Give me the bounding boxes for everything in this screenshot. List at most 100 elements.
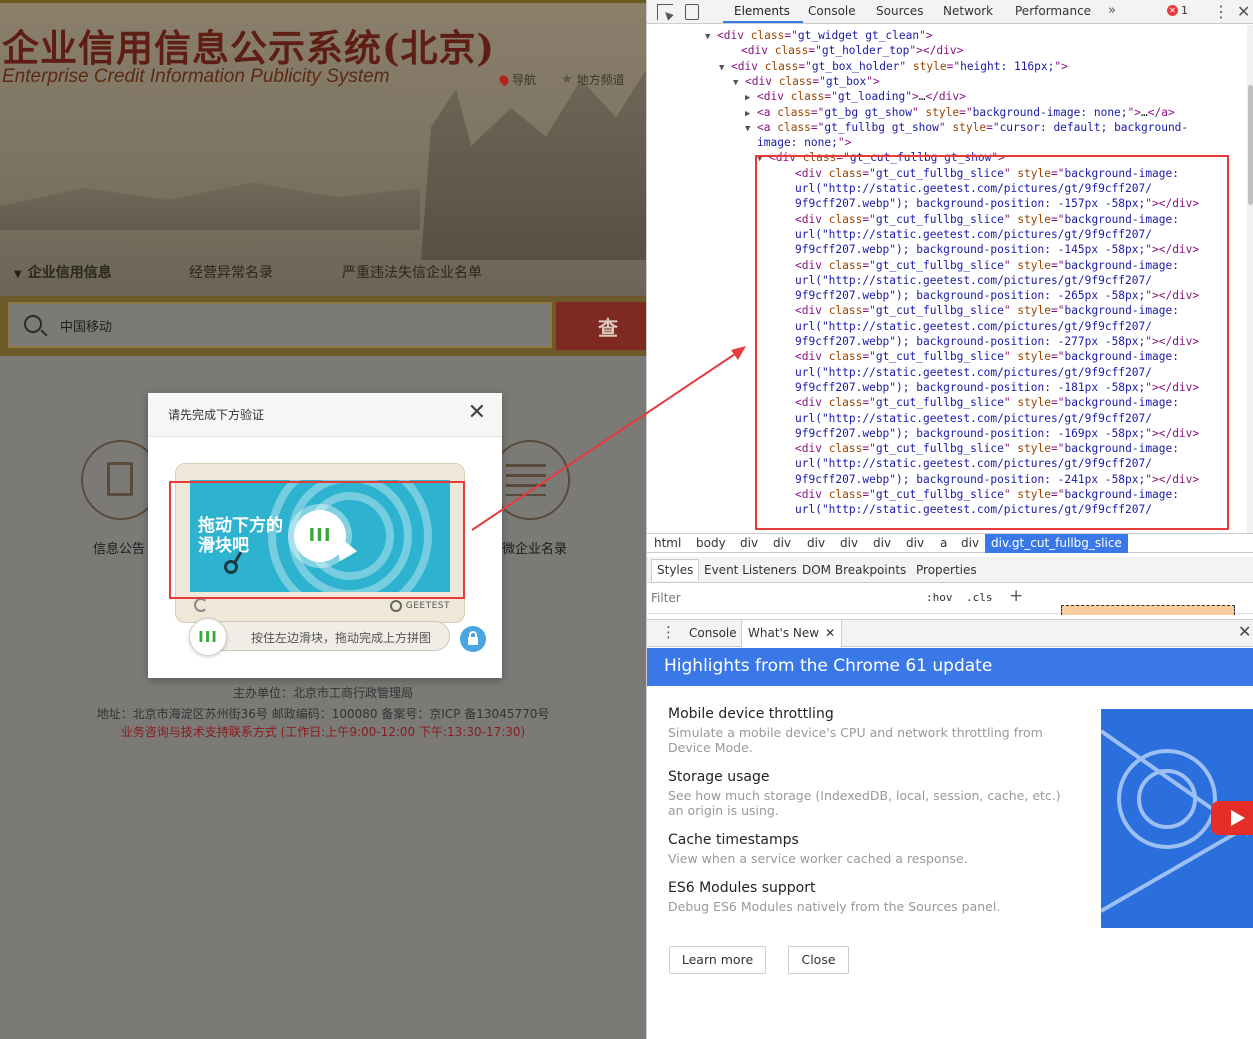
dom-node-line[interactable]: 9f9cff207.webp"); background-position: -…: [783, 426, 1199, 441]
hover-state-toggle[interactable]: :hov: [926, 591, 953, 604]
more-tabs-icon[interactable]: »: [1108, 3, 1116, 18]
breadcrumb-item[interactable]: body: [696, 536, 726, 550]
tab-properties[interactable]: Properties: [916, 563, 977, 577]
dom-token-tag: ">: [866, 74, 880, 88]
tab-abnormal-list[interactable]: 经营异常名录: [189, 262, 273, 282]
lock-body: [468, 637, 478, 645]
tab-elements[interactable]: Elements: [734, 4, 790, 18]
dom-token-attr: class: [778, 74, 813, 88]
learn-more-button[interactable]: Learn more: [669, 946, 766, 974]
dom-node-line[interactable]: <div class="gt_holder_top"></div>: [729, 43, 963, 58]
breadcrumb-item[interactable]: div: [740, 536, 758, 550]
search-button[interactable]: 查 询: [556, 302, 646, 350]
dom-token-val: 9f9cff207.webp"); background-position: -…: [795, 426, 1146, 440]
inspect-element-icon[interactable]: [657, 4, 673, 20]
dom-token-tag: =": [986, 120, 1000, 134]
breadcrumb-item[interactable]: a: [940, 536, 947, 550]
dom-node-line[interactable]: <div class="gt_cut_fullbg_slice" style="…: [783, 303, 1179, 318]
tab-network[interactable]: Network: [943, 4, 993, 18]
micro-enterprise-circle-button[interactable]: [490, 440, 570, 520]
dom-node-line[interactable]: 9f9cff207.webp"); background-position: -…: [783, 334, 1199, 349]
search-input[interactable]: [60, 318, 480, 333]
slider-track[interactable]: III 按住左边滑块，拖动完成上方拼图: [189, 618, 450, 656]
search-box[interactable]: [8, 302, 552, 348]
search-bar: 查 询: [0, 296, 646, 356]
new-style-rule-icon[interactable]: +: [1009, 586, 1023, 606]
elements-tree[interactable]: ▼ <div class="gt_widget gt_clean"> <div cl…: [647, 25, 1247, 533]
dom-token-tag: ": [899, 59, 913, 73]
dom-node-line[interactable]: <div class="gt_cut_fullbg_slice" style="…: [783, 441, 1179, 456]
dom-node-line[interactable]: url("http://static.geetest.com/pictures/…: [783, 227, 1152, 242]
dom-node-line[interactable]: url("http://static.geetest.com/pictures/…: [783, 456, 1152, 471]
youtube-play-icon[interactable]: [1211, 801, 1253, 835]
dom-node-line[interactable]: 9f9cff207.webp"); background-position: -…: [783, 472, 1199, 487]
tab-dom-breakpoints[interactable]: DOM Breakpoints: [802, 563, 906, 577]
elements-scrollbar[interactable]: [1247, 25, 1253, 533]
tab-sources[interactable]: Sources: [876, 4, 923, 18]
close-devtools-icon[interactable]: ✕: [1237, 2, 1250, 21]
whatsnew-banner: Highlights from the Chrome 61 update: [647, 648, 1253, 686]
dom-node-line[interactable]: 9f9cff207.webp"); background-position: -…: [783, 380, 1199, 395]
tab-event-listeners[interactable]: Event Listeners: [704, 563, 797, 577]
breadcrumb-item[interactable]: html: [654, 536, 681, 550]
nav-link[interactable]: 导航: [497, 71, 536, 88]
styles-filter-input[interactable]: [651, 591, 911, 605]
captcha-puzzle-image: 拖动下方的滑块吧 III: [190, 480, 450, 592]
dom-node-line[interactable]: <div class="gt_cut_fullbg_slice" style="…: [783, 258, 1179, 273]
dom-node-line[interactable]: url("http://static.geetest.com/pictures/…: [783, 273, 1152, 288]
dom-token-tag: <div: [795, 212, 829, 226]
dom-node-line[interactable]: url("http://static.geetest.com/pictures/…: [783, 365, 1152, 380]
dom-node-line[interactable]: <div class="gt_cut_fullbg_slice" style="…: [783, 166, 1179, 181]
close-icon[interactable]: ✕: [468, 402, 486, 424]
dom-node-line[interactable]: <div class="gt_cut_fullbg_slice" style="…: [783, 349, 1179, 364]
tab-performance[interactable]: Performance: [1015, 4, 1091, 18]
breadcrumb-item[interactable]: div: [906, 536, 924, 550]
kebab-menu-icon[interactable]: ⋮: [1213, 2, 1229, 21]
dom-token-tag: =": [862, 304, 876, 318]
dom-node-line[interactable]: <div class="gt_cut_fullbg_slice" style="…: [783, 487, 1179, 502]
device-toolbar-icon[interactable]: [685, 4, 699, 20]
dom-node-line[interactable]: <div class="gt_cut_fullbg_slice" style="…: [783, 212, 1179, 227]
lock-icon[interactable]: [460, 626, 486, 652]
expand-toggle-icon[interactable]: ▼: [757, 152, 769, 167]
breadcrumb-item[interactable]: div: [961, 536, 979, 550]
drawer-menu-icon[interactable]: ⋮: [661, 623, 676, 641]
breadcrumb-item[interactable]: div: [873, 536, 891, 550]
refresh-icon[interactable]: [194, 598, 208, 612]
breadcrumb-item[interactable]: div: [807, 536, 825, 550]
dom-node-line[interactable]: 9f9cff207.webp"); background-position: -…: [783, 242, 1199, 257]
expand-toggle-icon[interactable]: ▼: [705, 30, 717, 45]
breadcrumb-item[interactable]: div: [773, 536, 791, 550]
dom-token-attr: class: [790, 90, 825, 104]
dom-node-line[interactable]: url("http://static.geetest.com/pictures/…: [783, 181, 1152, 196]
dom-node-line[interactable]: url("http://static.geetest.com/pictures/…: [783, 319, 1152, 334]
tab-credit-info[interactable]: ▼ 企业信用信息: [14, 262, 112, 282]
tab-styles[interactable]: Styles: [651, 559, 700, 581]
tab-blacklist[interactable]: 严重违法失信企业名单: [342, 262, 482, 282]
expand-toggle-icon[interactable]: ▼: [719, 61, 731, 76]
drawer-tab-whatsnew[interactable]: What's New ✕: [741, 620, 843, 647]
error-badge[interactable]: ✕ 1: [1167, 4, 1188, 17]
breadcrumb-item[interactable]: div: [840, 536, 858, 550]
breadcrumb-item[interactable]: div.gt_cut_fullbg_slice: [985, 534, 1128, 553]
dom-node-line[interactable]: <div class="gt_cut_fullbg_slice" style="…: [783, 395, 1179, 410]
expand-toggle-icon[interactable]: ▼: [733, 76, 745, 91]
active-tab-underline: [723, 21, 803, 23]
dom-node-line[interactable]: image: none;">: [745, 135, 851, 150]
region-link[interactable]: ★ 地方频道: [561, 71, 625, 88]
dom-node-line[interactable]: 9f9cff207.webp"); background-position: -…: [783, 288, 1199, 303]
dom-token-attr: class: [802, 151, 837, 165]
close-drawer-icon[interactable]: ✕: [1238, 622, 1251, 641]
scrollbar-thumb[interactable]: [1248, 85, 1253, 205]
dom-node-line[interactable]: url("http://static.geetest.com/pictures/…: [783, 411, 1152, 426]
close-button[interactable]: Close: [788, 946, 849, 974]
tab-console[interactable]: Console: [808, 4, 856, 18]
chrome-update-video-thumbnail[interactable]: [1101, 709, 1253, 928]
drawer-tab-console[interactable]: Console: [689, 626, 737, 640]
dom-node-line[interactable]: 9f9cff207.webp"); background-position: -…: [783, 196, 1199, 211]
dom-token-val: url("http://static.geetest.com/pictures/…: [795, 273, 1152, 287]
dom-node-line[interactable]: url("http://static.geetest.com/pictures/…: [783, 502, 1152, 517]
slider-handle[interactable]: III: [189, 618, 227, 656]
close-tab-icon[interactable]: ✕: [825, 626, 835, 640]
class-toggle[interactable]: .cls: [966, 591, 993, 604]
